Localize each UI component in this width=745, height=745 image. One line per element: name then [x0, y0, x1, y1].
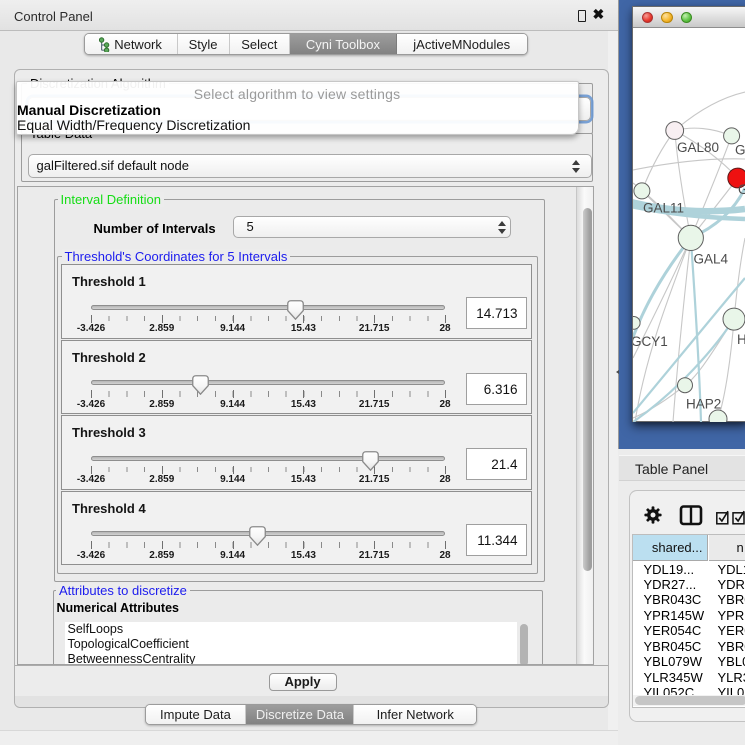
- svg-text:GCY1: GCY1: [633, 333, 668, 348]
- svg-text:GAL80: GAL80: [677, 140, 719, 155]
- svg-text:HAP2: HAP2: [686, 396, 721, 411]
- svg-text:GAL11: GAL11: [643, 200, 684, 215]
- svg-text:GAL4: GAL4: [693, 251, 728, 266]
- svg-text:H: H: [737, 332, 745, 347]
- svg-text:G: G: [738, 182, 745, 197]
- svg-text:GA: GA: [735, 142, 745, 157]
